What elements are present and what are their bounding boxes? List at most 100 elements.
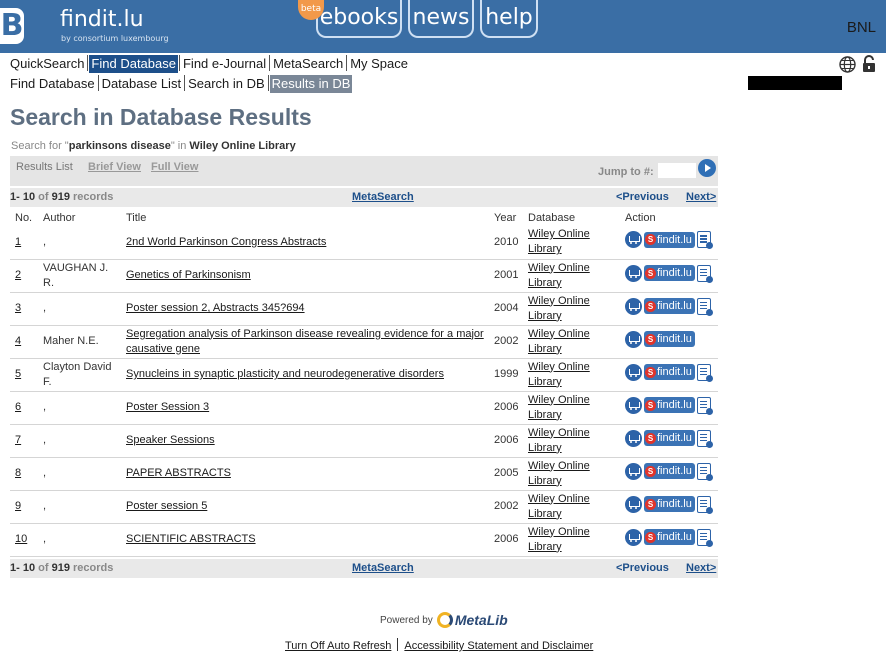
findit-button[interactable]: Sfindit.lu: [644, 331, 695, 347]
row-database-link[interactable]: Wiley Online Library: [528, 460, 590, 487]
nav-my-space[interactable]: My Space: [348, 55, 410, 73]
row-database[interactable]: Wiley Online Library: [523, 259, 620, 293]
globe-icon[interactable]: [839, 56, 856, 73]
full-view-link[interactable]: Full View: [151, 161, 198, 173]
row-title[interactable]: SCIENTIFIC ABSTRACTS: [121, 523, 489, 557]
save-to-basket-icon[interactable]: [625, 462, 642, 480]
full-record-icon[interactable]: [696, 495, 713, 514]
save-to-basket-icon[interactable]: [625, 396, 642, 414]
findit-button[interactable]: Sfindit.lu: [644, 364, 695, 380]
header-tab-news[interactable]: news: [408, 0, 474, 38]
full-record-icon[interactable]: [696, 528, 713, 547]
row-title[interactable]: Synucleins in synaptic plasticity and ne…: [121, 358, 489, 392]
row-title-link[interactable]: Genetics of Parkinsonism: [126, 269, 251, 281]
row-title[interactable]: 2nd World Parkinson Congress Abstracts: [121, 226, 489, 260]
findit-button[interactable]: Sfindit.lu: [644, 463, 695, 479]
site-logo[interactable]: findit.lu: [60, 8, 144, 32]
subnav-database-list[interactable]: Database List: [100, 75, 184, 93]
row-title[interactable]: Poster session 2, Abstracts 345?694: [121, 292, 489, 326]
logo-mark[interactable]: B: [0, 8, 24, 44]
findit-button[interactable]: Sfindit.lu: [644, 265, 695, 281]
row-number-link[interactable]: 10: [15, 533, 27, 545]
row-number-link[interactable]: 8: [15, 467, 21, 479]
row-title[interactable]: Poster session 5: [121, 490, 489, 524]
save-to-basket-icon[interactable]: [625, 264, 642, 282]
nav-find-ejournal[interactable]: Find e-Journal: [181, 55, 268, 73]
row-title-link[interactable]: Synucleins in synaptic plasticity and ne…: [126, 368, 444, 380]
row-number[interactable]: 2: [10, 259, 38, 293]
auto-refresh-toggle-link[interactable]: Turn Off Auto Refresh: [285, 640, 391, 652]
findit-button[interactable]: Sfindit.lu: [644, 529, 695, 545]
row-number[interactable]: 7: [10, 424, 38, 458]
row-database-link[interactable]: Wiley Online Library: [528, 295, 590, 322]
subnav-find-database[interactable]: Find Database: [8, 75, 97, 93]
row-title[interactable]: Poster Session 3: [121, 391, 489, 425]
nav-metasearch[interactable]: MetaSearch: [271, 55, 345, 73]
subnav-search-in-db[interactable]: Search in DB: [186, 75, 267, 93]
row-database[interactable]: Wiley Online Library: [523, 457, 620, 491]
row-database[interactable]: Wiley Online Library: [523, 358, 620, 392]
row-number[interactable]: 4: [10, 325, 38, 359]
row-number-link[interactable]: 2: [15, 269, 21, 281]
row-database[interactable]: Wiley Online Library: [523, 490, 620, 524]
full-record-icon[interactable]: [696, 396, 713, 415]
row-number[interactable]: 6: [10, 391, 38, 425]
full-record-icon[interactable]: [696, 231, 713, 250]
row-number[interactable]: 10: [10, 523, 38, 557]
row-title[interactable]: PAPER ABSTRACTS: [121, 457, 489, 491]
row-title-link[interactable]: SCIENTIFIC ABSTRACTS: [126, 533, 256, 545]
findit-button[interactable]: Sfindit.lu: [644, 231, 695, 248]
accessibility-link[interactable]: Accessibility Statement and Disclaimer: [404, 640, 593, 652]
row-database[interactable]: Wiley Online Library: [523, 325, 620, 359]
metalib-logo[interactable]: MetaLib: [436, 612, 508, 628]
row-number-link[interactable]: 4: [15, 335, 21, 347]
row-title-link[interactable]: Poster Session 3: [126, 401, 209, 413]
header-tab-help[interactable]: help: [480, 0, 538, 38]
row-database-link[interactable]: Wiley Online Library: [528, 228, 590, 255]
save-to-basket-icon[interactable]: [625, 528, 642, 546]
full-record-icon[interactable]: [696, 363, 713, 382]
full-record-icon[interactable]: [696, 297, 713, 316]
jump-go-icon[interactable]: [698, 159, 716, 177]
row-title-link[interactable]: Poster session 2, Abstracts 345?694: [126, 302, 305, 314]
nav-quicksearch[interactable]: QuickSearch: [8, 55, 86, 73]
row-number[interactable]: 1: [10, 226, 38, 260]
jump-to-input[interactable]: [658, 163, 696, 178]
row-number-link[interactable]: 7: [15, 434, 21, 446]
findit-button[interactable]: Sfindit.lu: [644, 298, 695, 314]
row-database[interactable]: Wiley Online Library: [523, 424, 620, 458]
findit-button[interactable]: Sfindit.lu: [644, 397, 695, 413]
full-record-icon[interactable]: [696, 264, 713, 283]
next-page-link[interactable]: Next>: [686, 188, 716, 207]
row-database-link[interactable]: Wiley Online Library: [528, 361, 590, 388]
row-title-link[interactable]: Poster session 5: [126, 500, 207, 512]
save-to-basket-icon[interactable]: [625, 363, 642, 381]
row-database[interactable]: Wiley Online Library: [523, 292, 620, 326]
full-record-icon[interactable]: [696, 462, 713, 481]
next-page-link[interactable]: Next>: [686, 559, 716, 578]
findit-button[interactable]: Sfindit.lu: [644, 496, 695, 512]
previous-page-link[interactable]: <Previous: [616, 188, 669, 207]
row-database-link[interactable]: Wiley Online Library: [528, 427, 590, 454]
row-number[interactable]: 9: [10, 490, 38, 524]
row-database-link[interactable]: Wiley Online Library: [528, 493, 590, 520]
row-title-link[interactable]: Speaker Sessions: [126, 434, 215, 446]
row-number-link[interactable]: 1: [15, 236, 21, 248]
row-title-link[interactable]: Segregation analysis of Parkinson diseas…: [126, 328, 484, 355]
row-database[interactable]: Wiley Online Library: [523, 523, 620, 557]
row-title[interactable]: Segregation analysis of Parkinson diseas…: [121, 325, 489, 359]
save-to-basket-icon[interactable]: [625, 429, 642, 447]
row-title[interactable]: Speaker Sessions: [121, 424, 489, 458]
row-database-link[interactable]: Wiley Online Library: [528, 394, 590, 421]
brief-view-link[interactable]: Brief View: [88, 161, 141, 173]
row-database-link[interactable]: Wiley Online Library: [528, 262, 590, 289]
header-tab-ebooks[interactable]: ebooks: [316, 0, 402, 38]
findit-button[interactable]: Sfindit.lu: [644, 430, 695, 446]
previous-page-link[interactable]: <Previous: [616, 559, 669, 578]
full-record-icon[interactable]: [696, 429, 713, 448]
row-title-link[interactable]: 2nd World Parkinson Congress Abstracts: [126, 236, 326, 248]
row-number-link[interactable]: 9: [15, 500, 21, 512]
row-number-link[interactable]: 3: [15, 302, 21, 314]
row-title-link[interactable]: PAPER ABSTRACTS: [126, 467, 231, 479]
row-number[interactable]: 3: [10, 292, 38, 326]
